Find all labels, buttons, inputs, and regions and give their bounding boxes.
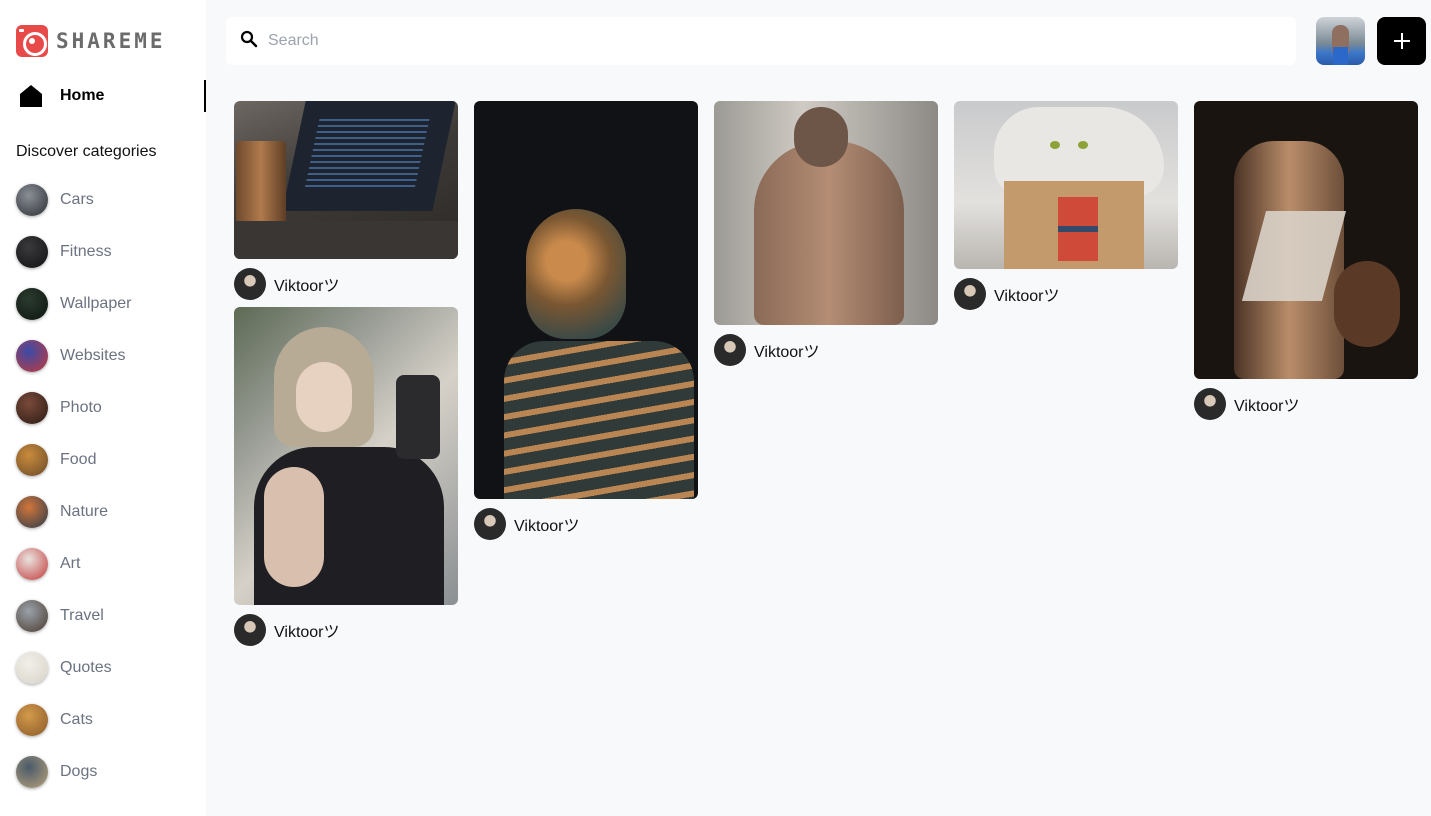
sidebar-item-art[interactable]: Art <box>16 548 131 580</box>
logo-text: SHAREME <box>56 29 166 53</box>
category-label: Cats <box>60 711 93 728</box>
pin-author[interactable]: Viktoorツ <box>1194 388 1418 420</box>
pin-author[interactable]: Viktoorツ <box>234 268 458 300</box>
pin-image[interactable] <box>714 101 938 325</box>
discover-categories-heading: Discover categories <box>16 143 157 160</box>
category-avatar <box>16 288 48 320</box>
pin-image[interactable] <box>954 101 1178 269</box>
pin-card[interactable]: Viktoorツ <box>1194 101 1418 420</box>
sidebar-item-cars[interactable]: Cars <box>16 184 131 216</box>
category-avatar <box>16 496 48 528</box>
search-input[interactable] <box>268 32 1168 50</box>
author-name: Viktoorツ <box>1234 398 1300 415</box>
category-label: Nature <box>60 503 109 520</box>
pin-card[interactable]: Viktoorツ <box>954 101 1178 310</box>
author-avatar <box>474 508 506 540</box>
pin-card[interactable]: Viktoorツ <box>714 101 938 366</box>
author-avatar <box>234 268 266 300</box>
pin-image[interactable] <box>474 101 698 499</box>
search-icon <box>240 30 258 53</box>
sidebar: SHAREME Home Discover categories Cars Fi… <box>0 0 206 816</box>
category-label: Art <box>60 555 81 572</box>
sidebar-item-food[interactable]: Food <box>16 444 131 476</box>
logo[interactable]: SHAREME <box>16 25 166 57</box>
user-avatar[interactable] <box>1316 17 1365 65</box>
category-avatar <box>16 756 48 788</box>
author-avatar <box>714 334 746 366</box>
author-name: Viktoorツ <box>274 624 340 641</box>
pin-card[interactable]: Viktoorツ <box>234 307 458 646</box>
pin-card[interactable]: Viktoorツ <box>474 101 698 540</box>
author-name: Viktoorツ <box>274 278 340 295</box>
pin-author[interactable]: Viktoorツ <box>474 508 698 540</box>
home-icon <box>18 83 44 109</box>
sidebar-item-nature[interactable]: Nature <box>16 496 131 528</box>
home-label: Home <box>60 87 105 104</box>
category-label: Travel <box>60 607 104 624</box>
category-avatar <box>16 704 48 736</box>
category-avatar <box>16 392 48 424</box>
category-label: Photo <box>60 399 102 416</box>
author-name: Viktoorツ <box>754 344 820 361</box>
sidebar-item-wallpaper[interactable]: Wallpaper <box>16 288 131 320</box>
sidebar-item-quotes[interactable]: Quotes <box>16 652 131 684</box>
pin-author[interactable]: Viktoorツ <box>714 334 938 366</box>
author-avatar <box>1194 388 1226 420</box>
category-list: Cars Fitness Wallpaper Websites Photo Fo… <box>16 184 131 808</box>
create-pin-button[interactable] <box>1377 17 1426 65</box>
search-bar[interactable] <box>226 17 1296 65</box>
category-avatar <box>16 236 48 268</box>
sidebar-item-home[interactable]: Home <box>0 80 206 112</box>
category-label: Wallpaper <box>60 295 132 312</box>
category-avatar <box>16 600 48 632</box>
sidebar-item-dogs[interactable]: Dogs <box>16 756 131 788</box>
category-avatar <box>16 340 48 372</box>
category-label: Quotes <box>60 659 112 676</box>
category-avatar <box>16 444 48 476</box>
category-label: Fitness <box>60 243 112 260</box>
author-name: Viktoorツ <box>994 288 1060 305</box>
pin-author[interactable]: Viktoorツ <box>234 614 458 646</box>
pin-card[interactable]: Viktoorツ <box>234 101 458 300</box>
author-avatar <box>954 278 986 310</box>
sidebar-item-fitness[interactable]: Fitness <box>16 236 131 268</box>
category-label: Food <box>60 451 97 468</box>
pin-image[interactable] <box>234 307 458 605</box>
category-label: Cars <box>60 191 94 208</box>
pin-author[interactable]: Viktoorツ <box>954 278 1178 310</box>
category-avatar <box>16 652 48 684</box>
category-avatar <box>16 184 48 216</box>
sidebar-item-websites[interactable]: Websites <box>16 340 131 372</box>
sidebar-item-travel[interactable]: Travel <box>16 600 131 632</box>
pin-image[interactable] <box>1194 101 1418 379</box>
pin-image[interactable] <box>234 101 458 259</box>
category-avatar <box>16 548 48 580</box>
category-label: Dogs <box>60 763 98 780</box>
camera-icon <box>16 25 48 57</box>
author-name: Viktoorツ <box>514 518 580 535</box>
sidebar-item-cats[interactable]: Cats <box>16 704 131 736</box>
category-label: Websites <box>60 347 126 364</box>
sidebar-item-photo[interactable]: Photo <box>16 392 131 424</box>
author-avatar <box>234 614 266 646</box>
